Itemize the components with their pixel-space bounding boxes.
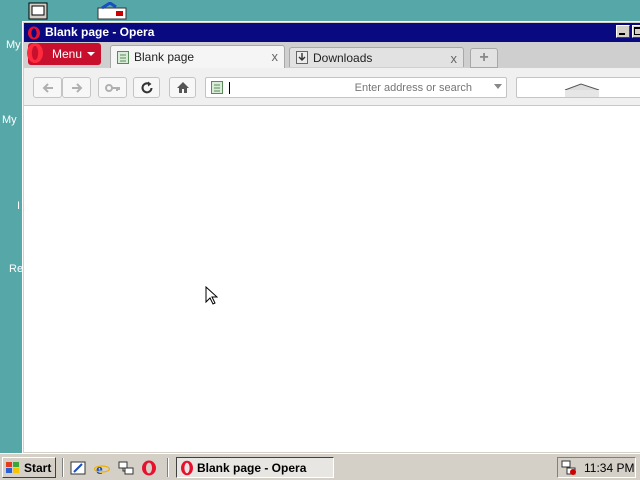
reload-icon xyxy=(141,81,152,93)
desktop-label-recycle-bin: Re xyxy=(9,263,24,275)
back-button[interactable] xyxy=(33,77,62,98)
download-icon xyxy=(296,51,308,64)
close-tab-icon[interactable]: x xyxy=(451,51,458,66)
opera-logo-icon xyxy=(27,43,43,63)
address-dropdown-icon[interactable] xyxy=(494,83,502,90)
task-label: Blank page - Opera xyxy=(197,460,307,475)
taskbar-separator xyxy=(167,458,169,477)
page-content[interactable] xyxy=(24,106,640,452)
title-bar[interactable]: Blank page - Opera xyxy=(24,23,640,42)
desktop-app-icon[interactable] xyxy=(28,2,48,20)
minimize-icon xyxy=(619,33,625,35)
address-bar[interactable] xyxy=(205,77,507,98)
opera-logo-icon[interactable] xyxy=(141,460,157,476)
taskbar: Start e Blank page - Opera 11:34 PM xyxy=(0,453,640,480)
page-icon xyxy=(117,50,129,64)
windows-logo-icon xyxy=(6,461,19,473)
tab-strip: Menu Blank page x Downloads x + xyxy=(24,42,640,68)
page-icon xyxy=(211,81,223,94)
internet-explorer-icon[interactable]: e xyxy=(94,460,110,476)
navigation-toolbar xyxy=(24,68,640,106)
new-tab-button[interactable]: + xyxy=(470,48,498,68)
close-tab-icon[interactable]: x xyxy=(272,49,279,64)
plus-icon: + xyxy=(479,49,489,66)
start-label: Start xyxy=(24,460,52,475)
tab-label: Downloads xyxy=(313,50,373,65)
search-field[interactable] xyxy=(516,77,640,98)
opera-logo-icon xyxy=(181,460,193,475)
dropdown-arrow-icon xyxy=(87,52,96,56)
taskbar-separator xyxy=(62,458,64,477)
clock[interactable]: 11:34 PM xyxy=(584,461,634,475)
tab-label: Blank page xyxy=(134,50,195,64)
system-tray: 11:34 PM xyxy=(557,457,636,478)
forward-button[interactable] xyxy=(62,77,91,98)
opera-logo-icon xyxy=(28,26,40,39)
desktop-label-my-documents: My xyxy=(2,114,17,126)
desktop-label-my-computer: My xyxy=(6,39,21,51)
tab-downloads[interactable]: Downloads x xyxy=(289,47,464,67)
desktop-network-icon[interactable] xyxy=(96,2,128,20)
show-desktop-icon[interactable] xyxy=(70,460,86,476)
back-arrow-icon xyxy=(42,82,53,93)
opera-window: Blank page - Opera Menu Blank page x Dow… xyxy=(22,21,640,455)
desktop-label-partial: I xyxy=(17,200,21,212)
minimize-button[interactable] xyxy=(616,25,630,38)
svg-text:e: e xyxy=(96,462,103,476)
maximize-button[interactable] xyxy=(632,25,640,38)
home-button[interactable] xyxy=(169,77,196,98)
security-button[interactable] xyxy=(98,77,127,98)
window-title: Blank page - Opera xyxy=(45,25,155,39)
maximize-icon xyxy=(634,27,640,35)
tab-blank-page[interactable]: Blank page x xyxy=(110,45,285,68)
menu-label: Menu xyxy=(52,47,83,61)
reload-button[interactable] xyxy=(133,77,160,98)
address-input[interactable] xyxy=(232,79,472,96)
network-status-icon[interactable] xyxy=(561,460,577,476)
mouse-cursor-icon xyxy=(205,286,218,305)
taskbar-opera-button[interactable]: Blank page - Opera xyxy=(176,457,334,478)
forward-arrow-icon xyxy=(71,82,82,93)
text-caret xyxy=(229,82,230,94)
start-button[interactable]: Start xyxy=(2,457,56,478)
key-icon xyxy=(104,83,120,92)
network-icon[interactable] xyxy=(118,460,134,476)
search-engine-icon xyxy=(564,83,600,97)
opera-menu-button[interactable]: Menu xyxy=(27,43,101,65)
home-icon xyxy=(176,82,189,93)
